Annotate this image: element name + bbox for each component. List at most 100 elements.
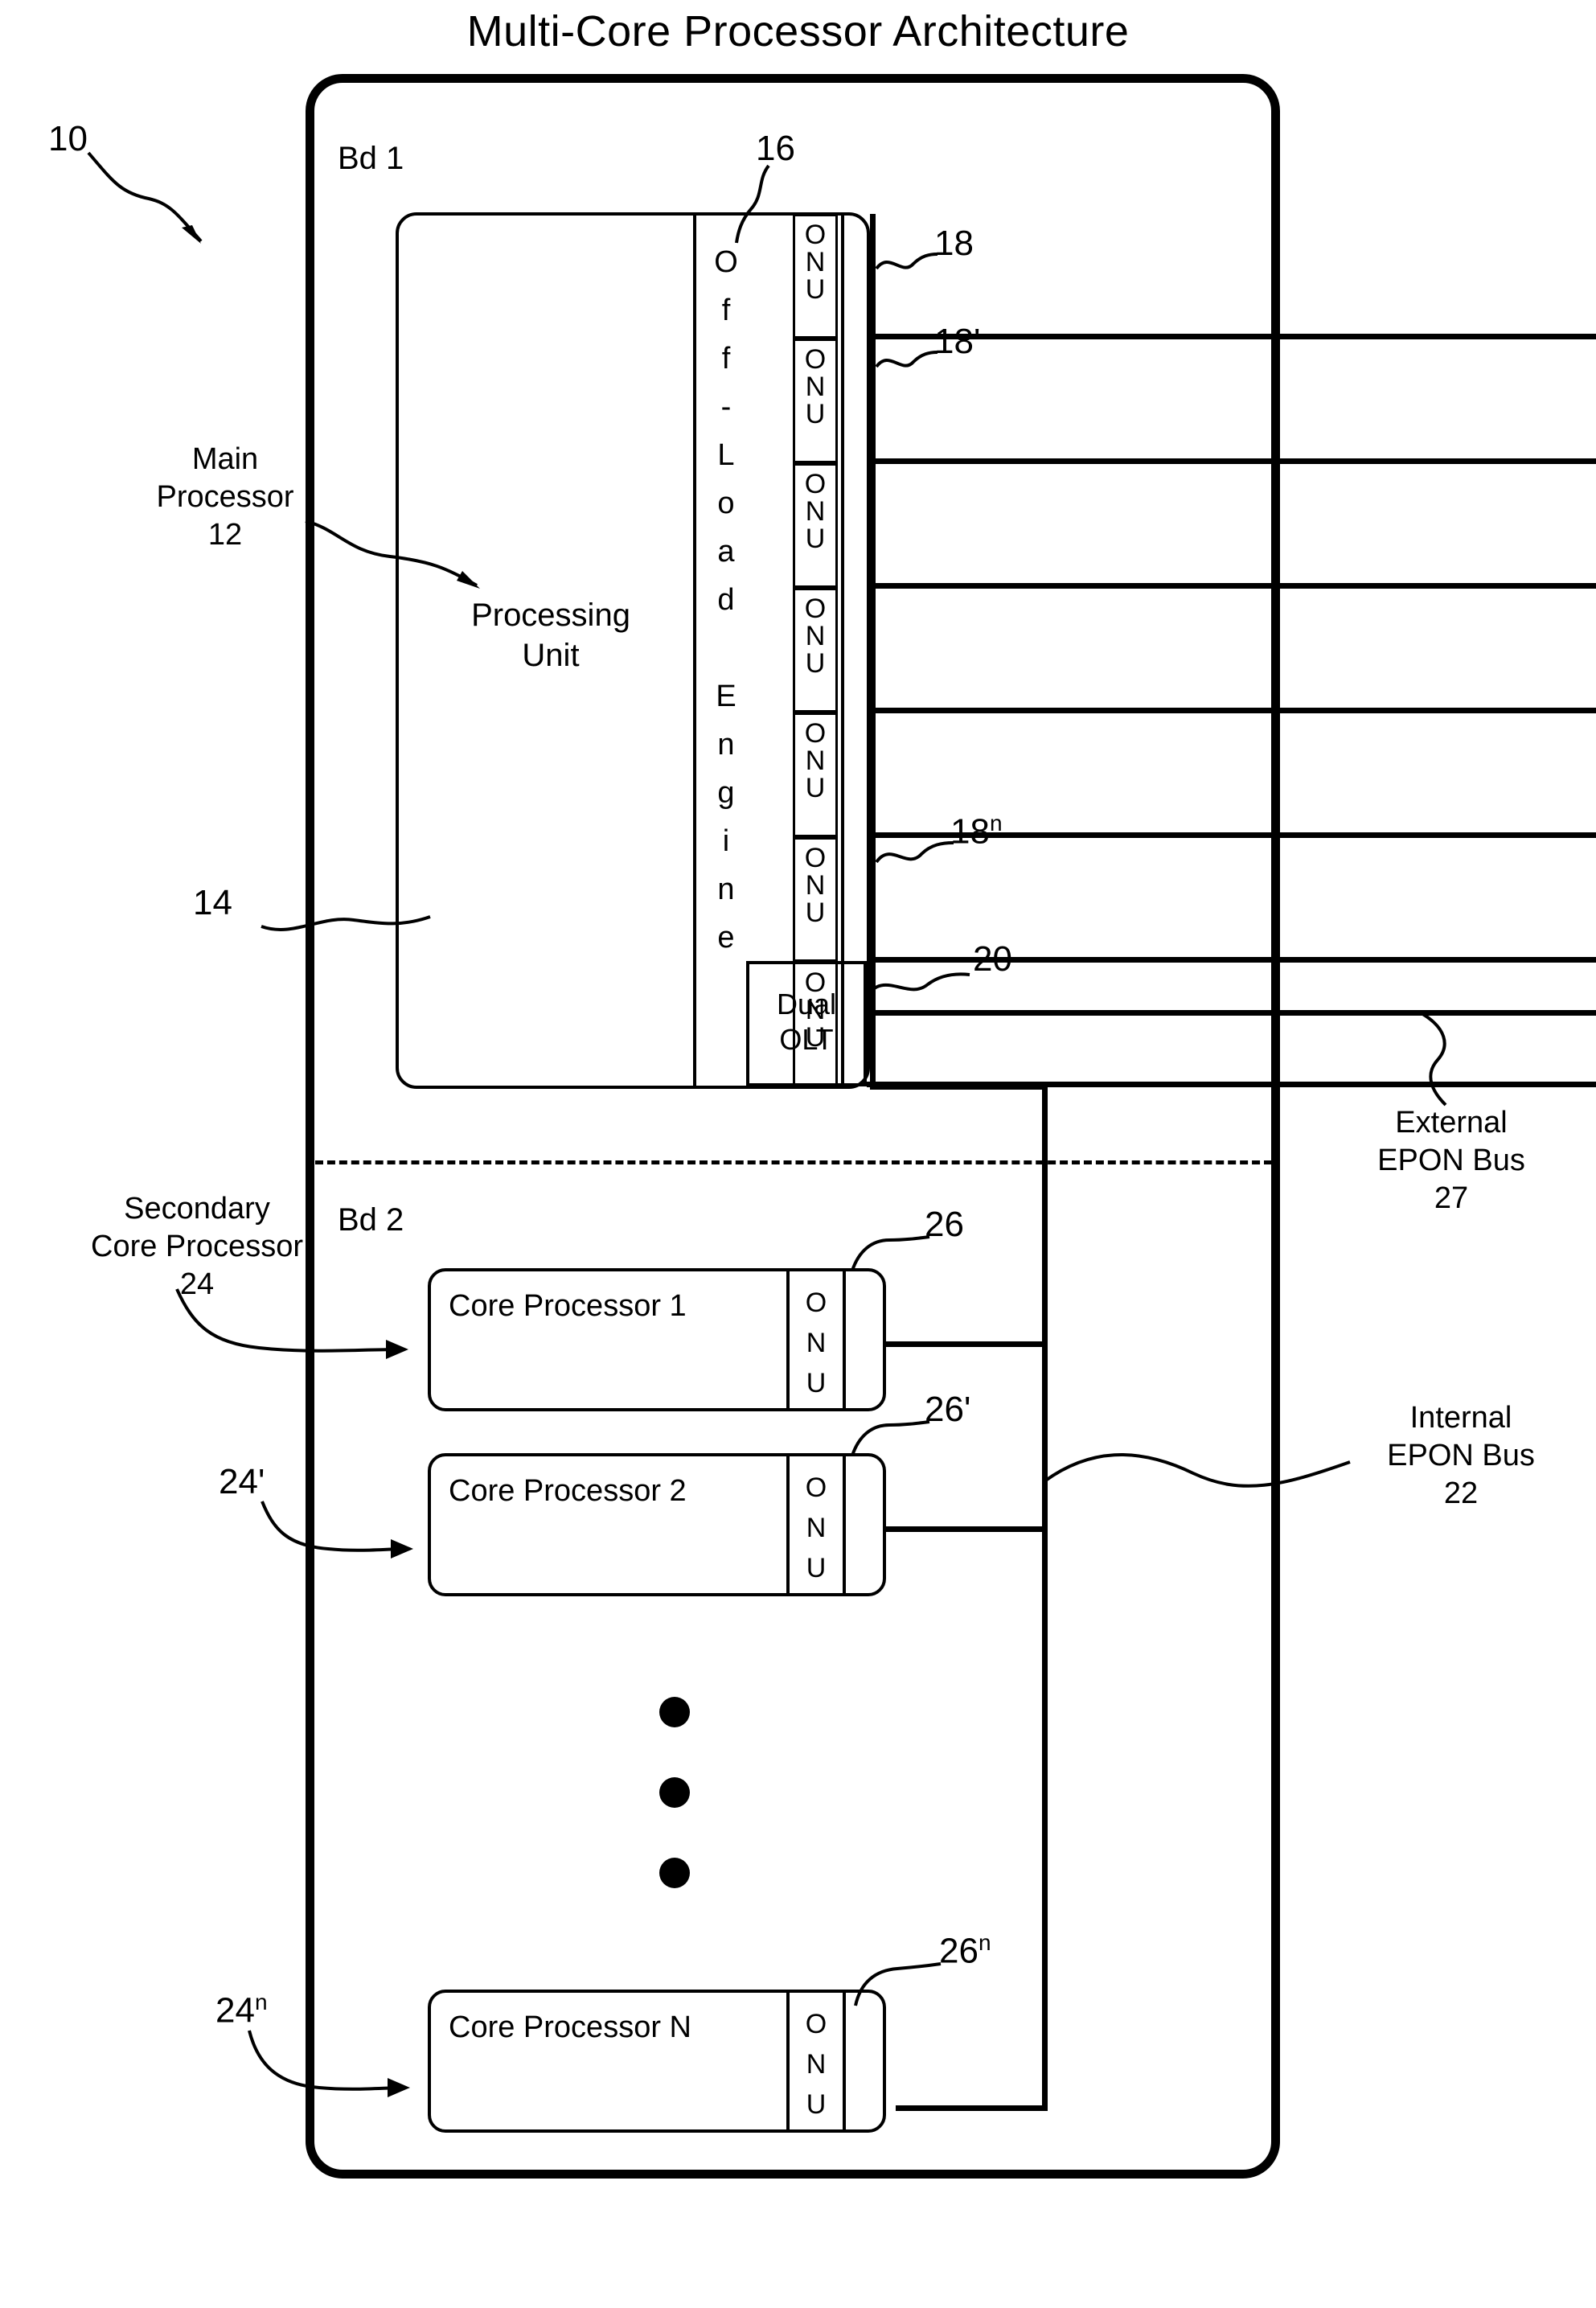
lead-line-24 <box>175 1288 408 1359</box>
lead-line-18 <box>875 253 938 270</box>
onu-cell-5-char-2: U <box>805 773 826 803</box>
external-epon-line-4 <box>867 708 1596 713</box>
dual-olt-line-1: Dual <box>776 988 837 1021</box>
onu-cell-3-char-2: U <box>805 524 826 554</box>
lead-line-26 <box>851 1235 930 1271</box>
core-processor-n-label: Core Processor N <box>449 2010 691 2044</box>
external-bus-ref: 27 <box>1434 1181 1469 1215</box>
internal-bus-line-2: EPON Bus <box>1387 1439 1535 1472</box>
processing-unit-line-2: Unit <box>522 638 580 673</box>
core-3-onu-char-1: N <box>806 2049 827 2080</box>
lead-line-18-n <box>875 841 954 864</box>
onu-cell-2[interactable]: ONU <box>793 339 838 463</box>
core-2-onu-label: ONU <box>791 1468 841 1588</box>
offload-engine-char-14: e <box>717 921 735 955</box>
main-processor-label-line-2: Processor <box>156 480 294 514</box>
core-processor-row-1[interactable]: Core Processor 1 ONU <box>428 1268 886 1411</box>
onu-cell-3-char-1: N <box>805 496 826 527</box>
figure-title: Multi-Core Processor Architecture <box>466 7 1130 55</box>
ref-numeral-26-n: 26n <box>939 1930 991 1972</box>
offload-engine-char-10: n <box>717 728 735 762</box>
onu-cell-5[interactable]: ONU <box>793 713 838 837</box>
external-epon-trunk <box>870 214 876 1086</box>
offload-engine-char-4: L <box>717 438 735 472</box>
onu-cell-1[interactable]: ONU <box>793 214 838 339</box>
core-2-onu-char-1: N <box>806 1513 827 1543</box>
core-1-onu-char-1: N <box>806 1328 827 1358</box>
ref-numeral-18: 18 <box>934 224 974 263</box>
onu-cell-1-char-1: N <box>805 247 826 277</box>
offload-engine-divider <box>693 214 696 1087</box>
onu-cell-2-char-2: U <box>805 399 826 429</box>
lead-line-24-prime <box>261 1501 413 1559</box>
onu-cell-1-char-2: U <box>805 274 826 305</box>
offload-engine-char-9: E <box>716 680 736 713</box>
offload-engine-char-8 <box>708 624 745 672</box>
core-processor-row-2[interactable]: Core Processor 2 ONU <box>428 1453 886 1596</box>
lead-line-24-n <box>248 2030 410 2097</box>
internal-epon-trunk-bottom <box>896 2105 1048 2111</box>
external-bus-line-1: External <box>1395 1106 1508 1140</box>
core-1-onu-label: ONU <box>791 1283 841 1403</box>
internal-bus-ref: 22 <box>1443 1476 1479 1510</box>
internal-bus-line-1: Internal <box>1409 1401 1512 1435</box>
core-n-onu-divider-right <box>843 1990 846 2133</box>
ref-numeral-14: 14 <box>193 883 232 922</box>
offload-engine-char-12: i <box>722 824 730 858</box>
lead-line-26-n <box>854 1962 942 2006</box>
external-bus-line-2: EPON Bus <box>1377 1144 1525 1177</box>
main-processor-label-line-1: Main <box>191 442 259 476</box>
onu-cell-2-char-0: O <box>804 344 827 375</box>
ref-18-n-sup: n <box>989 811 1003 836</box>
core-2-onu-divider-left <box>786 1453 790 1596</box>
core-3-onu-char-0: O <box>805 2009 827 2039</box>
onu-cell-2-char-1: N <box>805 372 826 402</box>
onu-cell-5-char-0: O <box>804 718 827 749</box>
core-2-onu-char-2: U <box>806 1553 827 1583</box>
lead-line-14 <box>261 915 431 931</box>
core-1-onu-char-2: U <box>806 1368 827 1398</box>
onu-cell-4-char-0: O <box>804 593 827 624</box>
board-1-label: Bd 1 <box>338 141 404 176</box>
ref-numeral-26-prime: 26' <box>925 1390 971 1429</box>
offload-engine-char-6: a <box>717 535 735 569</box>
external-epon-line-dual-olt <box>867 1010 1596 1016</box>
ref-24-n-base: 24 <box>215 1990 255 2031</box>
core-2-onu-char-0: O <box>805 1472 827 1503</box>
lead-line-22 <box>1043 1453 1351 1488</box>
core-n-onu-label: ONU <box>791 2004 841 2125</box>
onu-cell-3[interactable]: ONU <box>793 463 838 588</box>
ref-numeral-18-n: 18n <box>950 811 1003 852</box>
onu-cell-6[interactable]: ONU <box>793 837 838 962</box>
ref-numeral-24-n: 24n <box>215 1990 268 2031</box>
ref-numeral-20: 20 <box>973 939 1012 979</box>
offload-engine-char-1: f <box>721 294 731 327</box>
core-processor-row-n[interactable]: Core Processor N ONU <box>428 1990 886 2133</box>
onu-cell-6-char-1: N <box>805 870 826 901</box>
ref-numeral-24-prime: 24' <box>219 1462 265 1501</box>
core-1-onu-char-0: O <box>805 1287 827 1318</box>
offload-engine-char-5: o <box>717 487 735 520</box>
internal-epon-stub-core-2 <box>883 1526 1048 1532</box>
onu-cell-1-char-0: O <box>804 220 827 250</box>
offload-engine-char-2: f <box>721 342 731 376</box>
core-1-onu-divider-right <box>843 1268 846 1411</box>
ref-24-n-sup: n <box>254 1990 268 2014</box>
ellipsis-dot-3 <box>659 1858 690 1888</box>
core-2-onu-divider-right <box>843 1453 846 1596</box>
offload-engine-char-0: O <box>714 245 738 279</box>
offload-engine-char-13: n <box>717 873 735 906</box>
ellipsis-dot-1 <box>659 1697 690 1727</box>
internal-epon-stub-core-1 <box>883 1341 1048 1347</box>
internal-epon-bus-label: Internal EPON Bus 22 <box>1344 1399 1578 1513</box>
offload-engine-char-3: - <box>720 390 732 424</box>
external-epon-line-2 <box>867 458 1596 464</box>
onu-cell-4[interactable]: ONU <box>793 588 838 713</box>
lead-line-16 <box>735 164 770 244</box>
ref-26-n-base: 26 <box>939 1931 979 1971</box>
onu-cell-3-char-0: O <box>804 469 827 499</box>
core-1-onu-divider-left <box>786 1268 790 1411</box>
ref-18-n-base: 18 <box>950 811 990 852</box>
external-epon-line-3 <box>867 583 1596 589</box>
ref-numeral-18-prime: 18' <box>934 322 981 361</box>
